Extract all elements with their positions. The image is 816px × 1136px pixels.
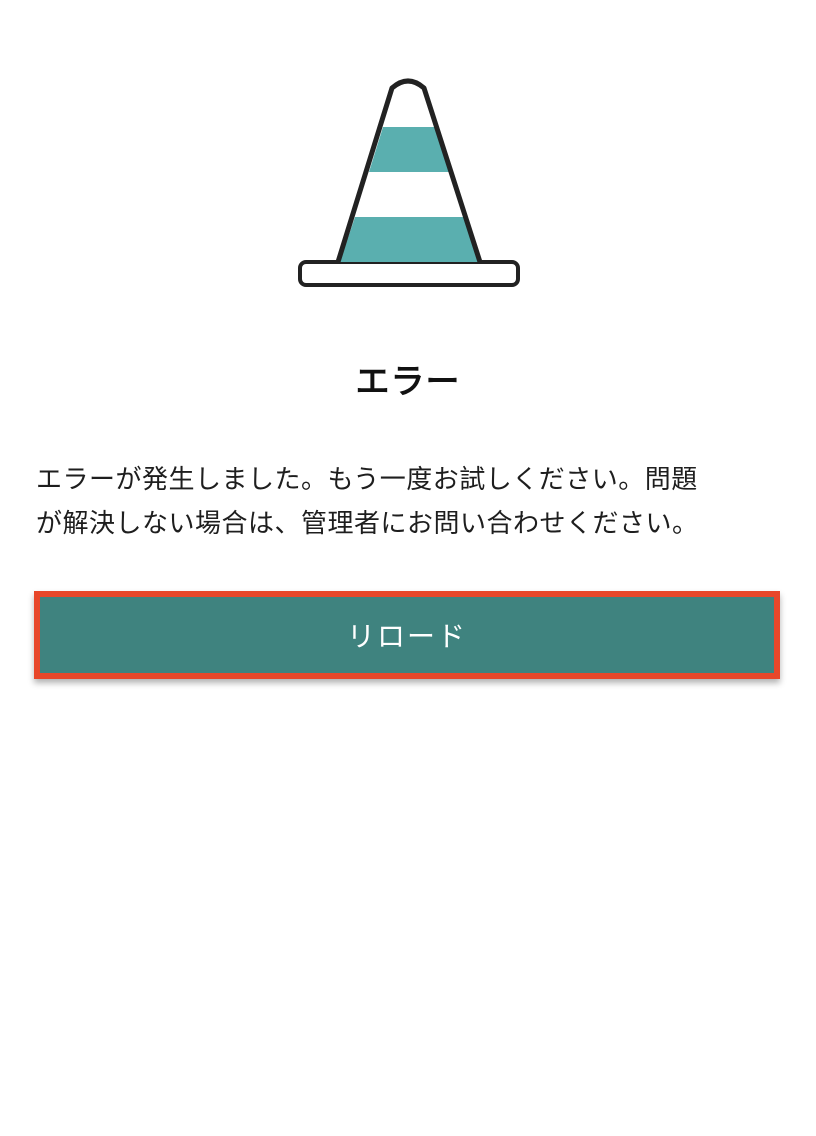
error-title: エラー	[355, 362, 461, 402]
reload-button[interactable]: リロード	[34, 591, 780, 679]
error-message: エラーが発生しました。もう一度お試しください。問題 が解決しない場合は、管理者に…	[36, 458, 780, 546]
error-message-line-2: が解決しない場合は、管理者にお問い合わせください。	[36, 509, 699, 539]
cone-base	[298, 260, 520, 287]
traffic-cone-graphic	[298, 78, 520, 287]
traffic-cone-icon	[298, 78, 520, 288]
error-page: エラー エラーが発生しました。もう一度お試しください。問題 が解決しない場合は、…	[0, 0, 816, 1136]
cone-stripe-lower	[340, 217, 478, 262]
error-message-line-1: エラーが発生しました。もう一度お試しください。問題	[36, 465, 698, 495]
